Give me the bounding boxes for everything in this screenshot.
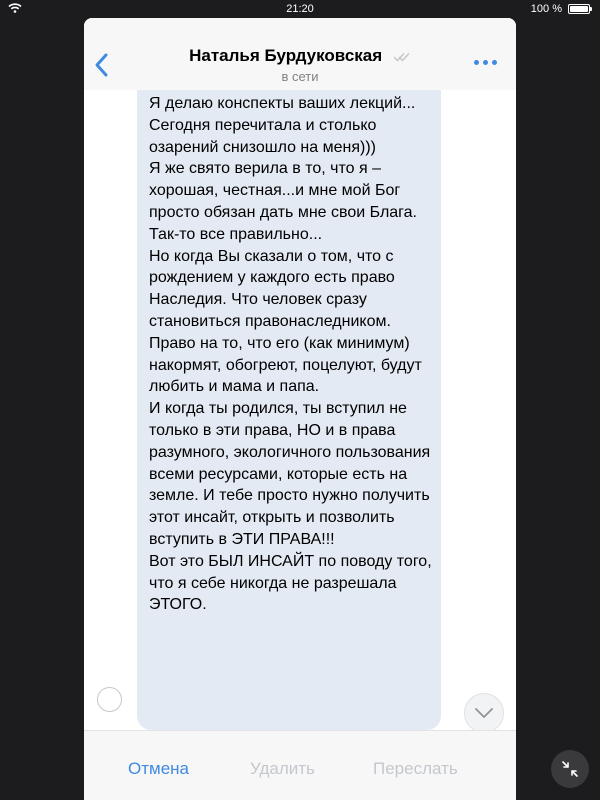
collapse-arrows-icon — [562, 761, 578, 777]
chat-header: Наталья Бурдуковская в сети — [84, 18, 516, 91]
status-right: 100 % — [530, 3, 592, 15]
cancel-button[interactable]: Отмена — [128, 759, 189, 779]
scroll-down-button[interactable] — [464, 693, 504, 733]
message-bubble[interactable]: Я делаю конспекты ваших лекций... Сегодн… — [137, 90, 441, 730]
battery-icon — [568, 4, 592, 14]
more-dot — [483, 60, 488, 65]
status-time: 21:20 — [286, 3, 314, 15]
more-dot — [492, 60, 497, 65]
selection-toolbar: Отмена Удалить Переслать — [84, 730, 516, 800]
online-status: в сети — [281, 69, 319, 84]
double-check-icon — [393, 47, 411, 67]
message-select-checkbox[interactable] — [97, 687, 122, 712]
contact-name: Наталья Бурдуковская — [189, 46, 383, 65]
delete-button[interactable]: Удалить — [250, 759, 315, 779]
collapse-button[interactable] — [551, 750, 589, 788]
forward-button[interactable]: Переслать — [373, 759, 458, 779]
message-list[interactable]: Я делаю конспекты ваших лекций... Сегодн… — [84, 90, 516, 733]
chat-window: Наталья Бурдуковская в сети Я делаю конс… — [84, 18, 516, 800]
status-bar: 21:20 100 % — [0, 0, 600, 18]
chat-title[interactable]: Наталья Бурдуковская — [84, 46, 516, 67]
more-button[interactable] — [474, 60, 498, 70]
battery-percent: 100 % — [530, 3, 562, 15]
message-text: Я делаю конспекты ваших лекций... Сегодн… — [149, 95, 432, 614]
more-dot — [474, 60, 479, 65]
chevron-down-icon — [475, 708, 493, 718]
